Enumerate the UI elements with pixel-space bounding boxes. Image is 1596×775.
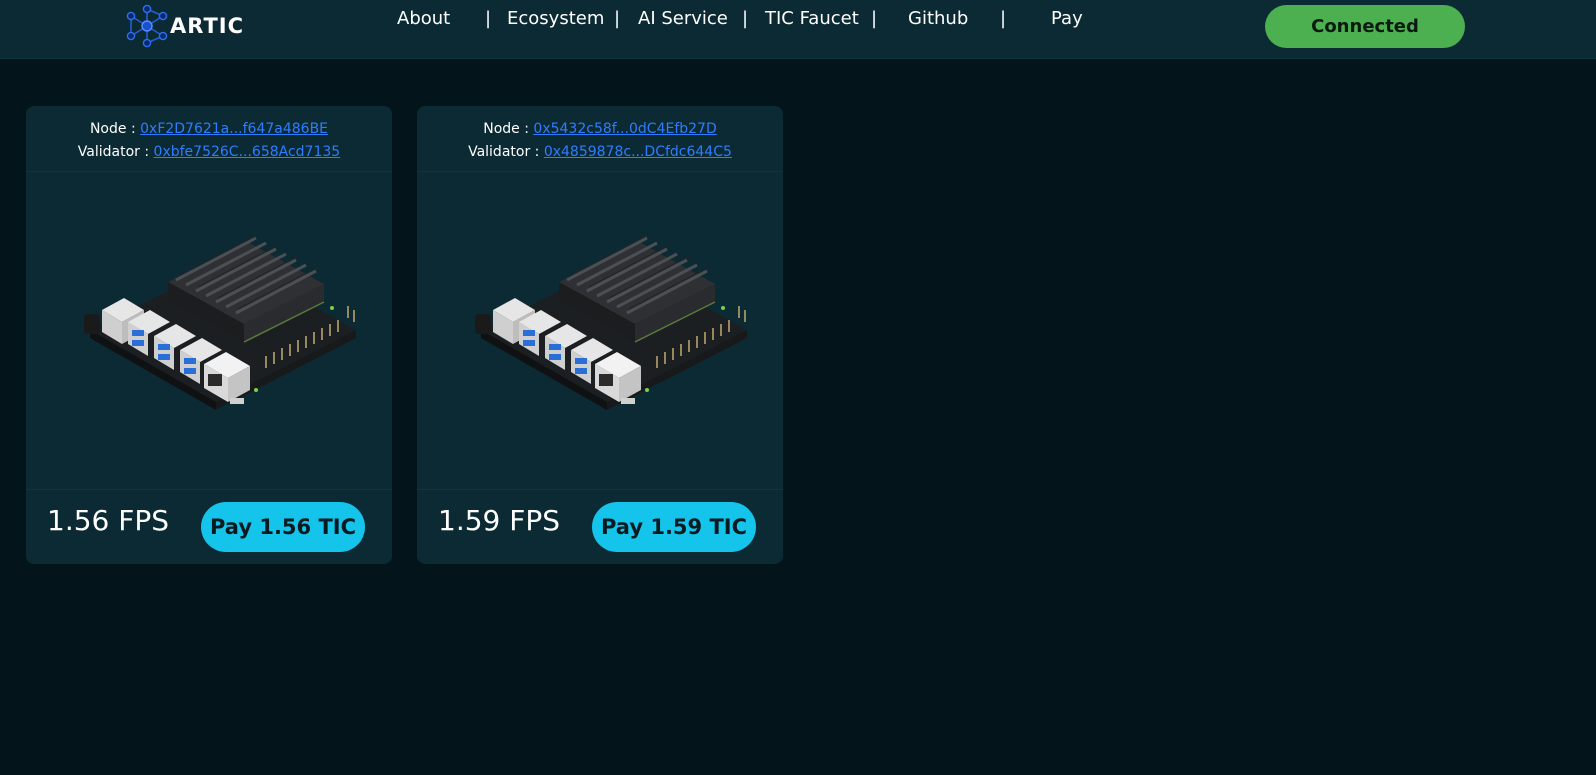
node-card: Node : 0xF2D7621a...f647a486BE Validator… — [26, 106, 392, 564]
card-footer: 1.56 FPS Pay 1.56 TIC — [26, 490, 392, 564]
jetson-board-icon — [84, 233, 356, 410]
nav-about[interactable]: About — [397, 8, 450, 29]
card-header: Node : 0xF2D7621a...f647a486BE Validator… — [26, 106, 392, 172]
card-header: Node : 0x5432c58f...0dC4Efb27D Validator… — [417, 106, 783, 172]
fps-value: 1.59 FPS — [438, 504, 561, 537]
nav-separator: | — [614, 8, 621, 29]
validator-address-link[interactable]: 0xbfe7526C...658Acd7135 — [154, 144, 341, 160]
nav-separator: | — [485, 8, 492, 29]
jetson-board-icon — [475, 233, 747, 410]
top-navbar: ARTIC About | Ecosystem | AI Service | T… — [0, 0, 1596, 59]
node-address-link[interactable]: 0x5432c58f...0dC4Efb27D — [533, 121, 716, 137]
nav-separator: | — [871, 8, 878, 29]
nav-ai-service[interactable]: AI Service — [638, 8, 728, 29]
pay-button[interactable]: Pay 1.56 TIC — [201, 502, 365, 552]
validator-label: Validator : — [77, 144, 150, 160]
nav-pay[interactable]: Pay — [1051, 8, 1083, 29]
node-address-link[interactable]: 0xF2D7621a...f647a486BE — [140, 121, 328, 137]
pay-button[interactable]: Pay 1.59 TIC — [592, 502, 756, 552]
jetson-board-image — [417, 172, 783, 490]
validator-address-link[interactable]: 0x4859878c...DCfdc644C5 — [544, 144, 732, 160]
nav-ecosystem[interactable]: Ecosystem — [507, 8, 604, 29]
nav-separator: | — [1000, 8, 1007, 29]
nav-tic-faucet[interactable]: TIC Faucet — [765, 8, 859, 29]
fps-value: 1.56 FPS — [47, 504, 170, 537]
node-card: Node : 0x5432c58f...0dC4Efb27D Validator… — [417, 106, 783, 564]
validator-label: Validator : — [468, 144, 540, 160]
nav-github[interactable]: Github — [908, 8, 968, 29]
jetson-board-image — [26, 172, 392, 490]
nav-separator: | — [742, 8, 749, 29]
node-label: Node : — [483, 121, 529, 137]
card-footer: 1.59 FPS Pay 1.59 TIC — [417, 490, 783, 564]
connected-button[interactable]: Connected — [1265, 5, 1465, 48]
node-label: Node : — [89, 121, 136, 137]
